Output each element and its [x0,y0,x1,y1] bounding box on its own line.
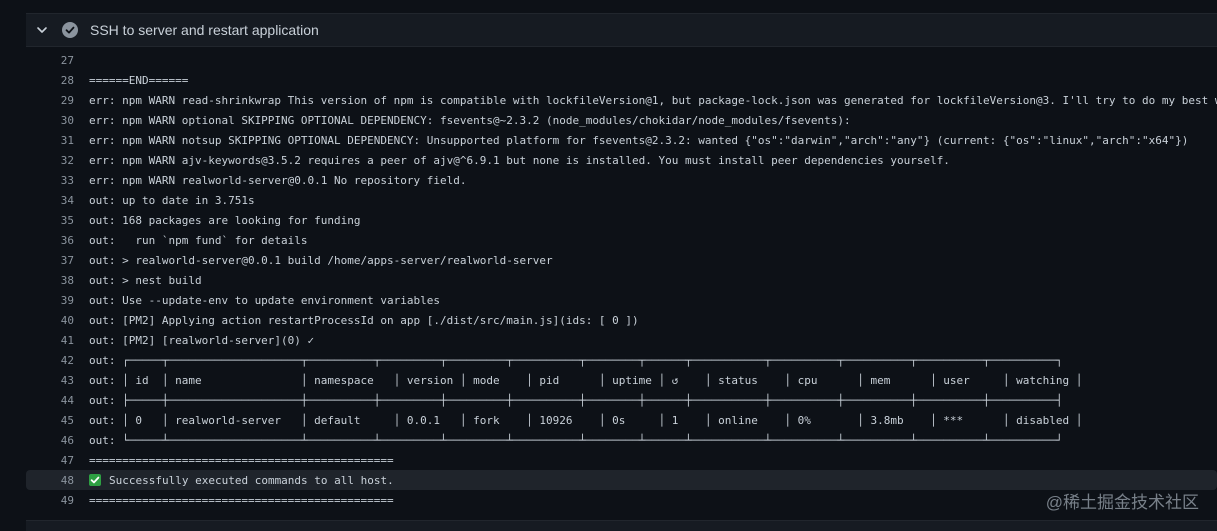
log-line: 40 out: [PM2] Applying action restartProc… [26,310,1217,330]
log-text: out: │ 0 │ realworld-server │ default │ … [89,414,1082,427]
log-text: out: run `npm fund` for details [89,234,308,247]
log-text-content: out: run `npm fund` for details [89,233,308,247]
log-text-content: err: npm WARN ajv-keywords@3.5.2 require… [89,153,950,167]
line-number[interactable]: 29 [26,94,74,107]
log-text-content: out: ├─────┼────────────────────┼───────… [89,393,1063,407]
chevron-down-icon[interactable] [34,22,50,38]
white-check-mark-icon [89,473,101,486]
log-output: 27 28 ======END====== 29 err: npm WARN read-… [26,50,1217,520]
log-text: err: npm WARN read-shrinkwrap This versi… [89,94,1217,107]
check-circle-icon [62,22,78,38]
log-text-content: err: npm WARN realworld-server@0.0.1 No … [89,173,467,187]
log-text: out: > nest build [89,274,202,287]
line-number[interactable]: 46 [26,434,74,447]
log-line: 27 [26,50,1217,70]
line-number[interactable]: 44 [26,394,74,407]
line-number[interactable]: 42 [26,354,74,367]
line-number[interactable]: 35 [26,214,74,227]
log-line: 36 out: run `npm fund` for details [26,230,1217,250]
log-line: 39 out: Use --update-env to update enviro… [26,290,1217,310]
log-line: 42 out: ┌─────┬────────────────────┬─────… [26,350,1217,370]
log-text-content: err: npm WARN notsup SKIPPING OPTIONAL D… [89,133,1189,147]
line-number[interactable]: 28 [26,74,74,87]
line-number[interactable]: 49 [26,494,74,507]
log-line: 34 out: up to date in 3.751s [26,190,1217,210]
log-text: err: npm WARN ajv-keywords@3.5.2 require… [89,154,950,167]
log-line: 33 err: npm WARN realworld-server@0.0.1 N… [26,170,1217,190]
log-text-content: Successfully executed commands to all ho… [109,473,394,487]
log-line: 38 out: > nest build [26,270,1217,290]
log-text: Successfully executed commands to all ho… [89,473,394,487]
log-text: err: npm WARN optional SKIPPING OPTIONAL… [89,114,851,127]
line-number[interactable]: 41 [26,334,74,347]
log-text-content: out: > nest build [89,273,202,287]
log-line: 48 Successfully executed commands to all … [26,470,1217,490]
watermark: @稀土掘金技术社区 [1045,493,1199,512]
log-line: 49 ======================================… [26,490,1217,510]
log-line: 43 out: │ id │ name │ namespace │ version… [26,370,1217,390]
log-text: out: ┌─────┬────────────────────┬───────… [89,354,1063,367]
line-number[interactable]: 39 [26,294,74,307]
log-text-content: ========================================… [89,493,394,507]
line-number[interactable]: 27 [26,54,74,67]
log-text: err: npm WARN notsup SKIPPING OPTIONAL D… [89,134,1188,147]
log-text: out: ├─────┼────────────────────┼───────… [89,394,1063,407]
log-text-content: out: │ 0 │ realworld-server │ default │ … [89,413,1083,427]
next-step-header[interactable] [26,520,1217,531]
log-line: 46 out: └─────┴────────────────────┴─────… [26,430,1217,450]
line-number[interactable]: 34 [26,194,74,207]
log-text-content: out: └─────┴────────────────────┴───────… [89,433,1063,447]
log-line: 44 out: ├─────┼────────────────────┼─────… [26,390,1217,410]
log-text: out: up to date in 3.751s [89,194,255,207]
log-line: 29 err: npm WARN read-shrinkwrap This ver… [26,90,1217,110]
line-number[interactable]: 45 [26,414,74,427]
log-text-content: ======END====== [89,73,189,87]
log-text-content: out: 168 packages are looking for fundin… [89,213,361,227]
log-text-content: out: ┌─────┬────────────────────┬───────… [89,353,1063,367]
log-line: 31 err: npm WARN notsup SKIPPING OPTIONAL… [26,130,1217,150]
log-text-content: out: > realworld-server@0.0.1 build /hom… [89,253,553,267]
log-text: out: └─────┴────────────────────┴───────… [89,434,1063,447]
log-line: 28 ======END====== [26,70,1217,90]
log-line: 32 err: npm WARN ajv-keywords@3.5.2 requi… [26,150,1217,170]
line-number[interactable]: 31 [26,134,74,147]
log-line: 37 out: > realworld-server@0.0.1 build /h… [26,250,1217,270]
line-number[interactable]: 38 [26,274,74,287]
log-text: out: Use --update-env to update environm… [89,294,440,307]
line-number[interactable]: 47 [26,454,74,467]
log-text-content: out: [PM2] Applying action restartProces… [89,313,639,327]
log-text-content: out: [PM2] [realworld-server](0) ✓ [89,333,315,347]
log-text-content: out: │ id │ name │ namespace │ version │… [89,373,1083,387]
log-text: ======END====== [89,74,188,87]
log-line: 47 ======================================… [26,450,1217,470]
log-text-content: out: up to date in 3.751s [89,193,255,207]
workflow-step: SSH to server and restart application 27… [26,0,1217,530]
line-number[interactable]: 32 [26,154,74,167]
log-text: out: [PM2] Applying action restartProces… [89,314,639,327]
log-text: out: 168 packages are looking for fundin… [89,214,361,227]
log-text: out: > realworld-server@0.0.1 build /hom… [89,254,553,267]
log-text: out: │ id │ name │ namespace │ version │… [89,374,1082,387]
log-text: out: [PM2] [realworld-server](0) ✓ [89,334,314,347]
log-text-content: err: npm WARN read-shrinkwrap This versi… [89,93,1217,107]
line-number[interactable]: 40 [26,314,74,327]
step-title: SSH to server and restart application [90,22,319,38]
line-number[interactable]: 36 [26,234,74,247]
step-header[interactable]: SSH to server and restart application [26,13,1217,47]
line-number[interactable]: 33 [26,174,74,187]
log-line: 45 out: │ 0 │ realworld-server │ default … [26,410,1217,430]
line-number[interactable]: 37 [26,254,74,267]
log-text-content: out: Use --update-env to update environm… [89,293,440,307]
log-line: 30 err: npm WARN optional SKIPPING OPTION… [26,110,1217,130]
log-text: ========================================… [89,454,394,467]
log-text: ========================================… [89,494,394,507]
log-text-content: err: npm WARN optional SKIPPING OPTIONAL… [89,113,851,127]
log-line: 41 out: [PM2] [realworld-server](0) ✓ [26,330,1217,350]
line-number[interactable]: 48 [26,474,74,487]
log-line: 35 out: 168 packages are looking for fund… [26,210,1217,230]
log-text: err: npm WARN realworld-server@0.0.1 No … [89,174,467,187]
line-number[interactable]: 43 [26,374,74,387]
line-number[interactable]: 30 [26,114,74,127]
log-text-content: ========================================… [89,453,394,467]
